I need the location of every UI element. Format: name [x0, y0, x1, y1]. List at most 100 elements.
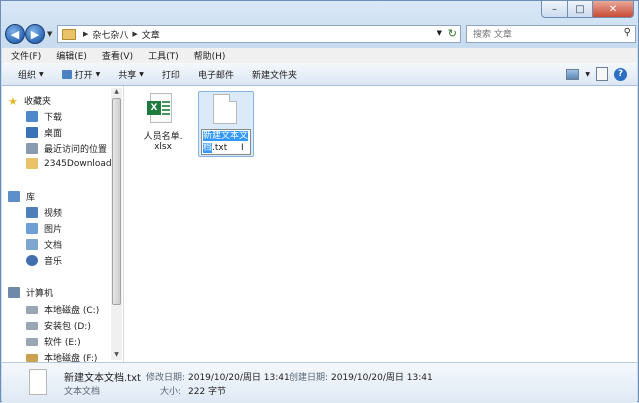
sidebar-item-downloads[interactable]: 下载	[26, 110, 62, 123]
sidebar-item-label: 本地磁盘 (F:)	[44, 354, 98, 362]
chevron-down-icon[interactable]: ▼	[585, 71, 590, 78]
print-button[interactable]: 打印	[153, 68, 189, 81]
caption-buttons: – □ ✕	[541, 1, 634, 19]
scroll-up-arrow[interactable]: ▲	[112, 88, 121, 97]
command-bar: 组织 ▼ 打开 ▼ 共享 ▼ 打印 电子邮件 新建文件夹 ▼ ?	[2, 63, 637, 86]
refresh-icon[interactable]: ↻	[448, 27, 457, 40]
new-folder-button[interactable]: 新建文件夹	[243, 68, 306, 81]
sidebar-item-videos[interactable]: 视频	[26, 206, 62, 219]
breadcrumb-separator[interactable]: ▶	[132, 30, 137, 38]
sidebar-item-recent[interactable]: 最近访问的位置	[26, 142, 107, 155]
breadcrumb-separator[interactable]: ▶	[83, 30, 88, 38]
maximize-button[interactable]: □	[568, 1, 593, 18]
menu-file[interactable]: 文件(F)	[2, 49, 47, 62]
sidebar-item-label: 下载	[44, 113, 63, 123]
file-name-line-1: 人员名单.	[143, 132, 183, 142]
breadcrumb-item-2[interactable]: 文章	[142, 28, 160, 41]
explorer-window: – □ ✕ ◀ ▶ ▼ ▶ 杂七杂八 ▶ 文章 ▼ ↻ ⚲ 文件(F) 编辑(E…	[0, 0, 639, 403]
organize-button[interactable]: 组织 ▼	[2, 68, 53, 81]
open-button[interactable]: 打开 ▼	[53, 68, 110, 81]
sidebar-item-label: 本地磁盘 (C:)	[44, 306, 100, 316]
library-icon	[8, 191, 20, 202]
chevron-down-icon: ▼	[95, 70, 101, 78]
details-created-label: 创建日期:	[289, 373, 329, 383]
folder-icon	[62, 28, 76, 40]
share-button[interactable]: 共享 ▼	[109, 68, 153, 81]
sidebar-item-label: 2345Downloads	[44, 158, 117, 169]
sidebar-favorites[interactable]: ★ 收藏夹	[8, 94, 52, 108]
download-folder-icon	[26, 111, 38, 122]
search-box[interactable]: ⚲	[466, 25, 636, 43]
menu-edit[interactable]: 编辑(E)	[47, 49, 93, 62]
text-file-icon[interactable]	[213, 94, 237, 124]
drive-icon	[26, 305, 38, 314]
rename-selected-text-1: 新建文本文	[203, 131, 249, 141]
sidebar-computer-label: 计算机	[26, 289, 54, 299]
folder-icon	[26, 158, 38, 169]
scroll-down-arrow[interactable]: ▼	[112, 351, 121, 360]
sidebar-item-2345downloads[interactable]: 2345Downloads	[26, 158, 116, 169]
star-icon: ★	[8, 95, 18, 108]
sidebar-item-pictures[interactable]: 图片	[26, 222, 62, 235]
file-item-xlsx[interactable]: 人员名单. xlsx	[135, 129, 191, 152]
sidebar-item-music[interactable]: 音乐	[26, 254, 62, 267]
email-button[interactable]: 电子邮件	[189, 68, 243, 81]
forward-arrow-icon[interactable]: ▶	[25, 24, 45, 44]
music-library-icon	[26, 255, 38, 266]
details-size: 222 字节	[188, 387, 227, 397]
sidebar-item-drive-e[interactable]: 软件 (E:)	[26, 335, 81, 348]
details-created: 2019/10/20/周日 13:41	[331, 373, 433, 383]
sidebar-computer[interactable]: 计算机	[8, 286, 53, 299]
close-button[interactable]: ✕	[593, 1, 634, 18]
sidebar-item-drive-f[interactable]: 本地磁盘 (F:)	[26, 351, 97, 362]
sidebar-item-desktop[interactable]: 桌面	[26, 126, 62, 139]
search-input[interactable]	[471, 27, 615, 43]
sidebar-library[interactable]: 库	[8, 190, 35, 203]
sidebar-library-label: 库	[26, 193, 36, 203]
sidebar-item-drive-c[interactable]: 本地磁盘 (C:)	[26, 303, 99, 316]
menu-tools[interactable]: 工具(T)	[139, 49, 185, 62]
menu-view[interactable]: 查看(V)	[93, 49, 139, 62]
details-filename: 新建文本文档.txt	[64, 373, 141, 384]
sidebar-scrollbar[interactable]: ▲ ▼	[111, 88, 122, 360]
scrollbar-thumb[interactable]	[112, 98, 121, 305]
drive-icon	[26, 337, 38, 346]
rename-selected-text-2: 档	[203, 143, 213, 153]
menu-help[interactable]: 帮助(H)	[185, 49, 232, 62]
excel-grid	[162, 101, 170, 115]
recent-places-icon	[26, 143, 38, 154]
document-library-icon	[26, 239, 38, 250]
details-pane: 新建文本文档.txt 修改日期: 2019/10/20/周日 13:41 创建日…	[2, 362, 637, 403]
open-icon	[61, 69, 72, 79]
navigation-pane: ★ 收藏夹 下载 桌面 最近访问的位置 2345Downloads 库 视频 图片…	[2, 86, 124, 362]
sidebar-item-label: 音乐	[44, 257, 63, 267]
details-modified-label: 修改日期:	[146, 373, 186, 383]
sidebar-item-drive-d[interactable]: 安装包 (D:)	[26, 319, 91, 332]
minimize-button[interactable]: –	[541, 1, 568, 18]
details-type: 文本文档	[64, 387, 101, 397]
sidebar-item-label: 软件 (E:)	[44, 338, 81, 348]
address-row: ◀ ▶ ▼ ▶ 杂七杂八 ▶ 文章 ▼ ↻ ⚲	[5, 23, 636, 45]
chevron-down-icon: ▼	[139, 70, 144, 78]
excel-file-icon[interactable]: X	[147, 93, 173, 123]
breadcrumb-item-1[interactable]: 杂七杂八	[92, 28, 128, 41]
video-library-icon	[26, 207, 38, 218]
address-bar[interactable]: ▶ 杂七杂八 ▶ 文章 ▼ ↻	[57, 25, 461, 43]
excel-badge: X	[147, 101, 161, 115]
details-modified: 2019/10/20/周日 13:41	[188, 373, 290, 383]
change-view-icon[interactable]	[566, 68, 580, 80]
view-controls: ▼ ?	[566, 67, 627, 81]
organize-label: 组织	[18, 70, 37, 81]
back-arrow-icon[interactable]: ◀	[5, 24, 25, 44]
computer-icon	[8, 287, 20, 298]
address-dropdown-icon[interactable]: ▼	[437, 29, 442, 37]
text-cursor-icon: I	[241, 143, 244, 153]
help-icon[interactable]: ?	[614, 67, 627, 81]
preview-pane-icon[interactable]	[596, 67, 608, 81]
recent-pages-dropdown[interactable]: ▼	[47, 30, 52, 38]
sidebar-item-documents[interactable]: 文档	[26, 238, 62, 251]
search-icon[interactable]: ⚲	[624, 27, 631, 38]
sidebar-favorites-label: 收藏夹	[24, 97, 52, 107]
sidebar-item-label: 视频	[44, 209, 63, 219]
chevron-down-icon: ▼	[39, 70, 44, 78]
